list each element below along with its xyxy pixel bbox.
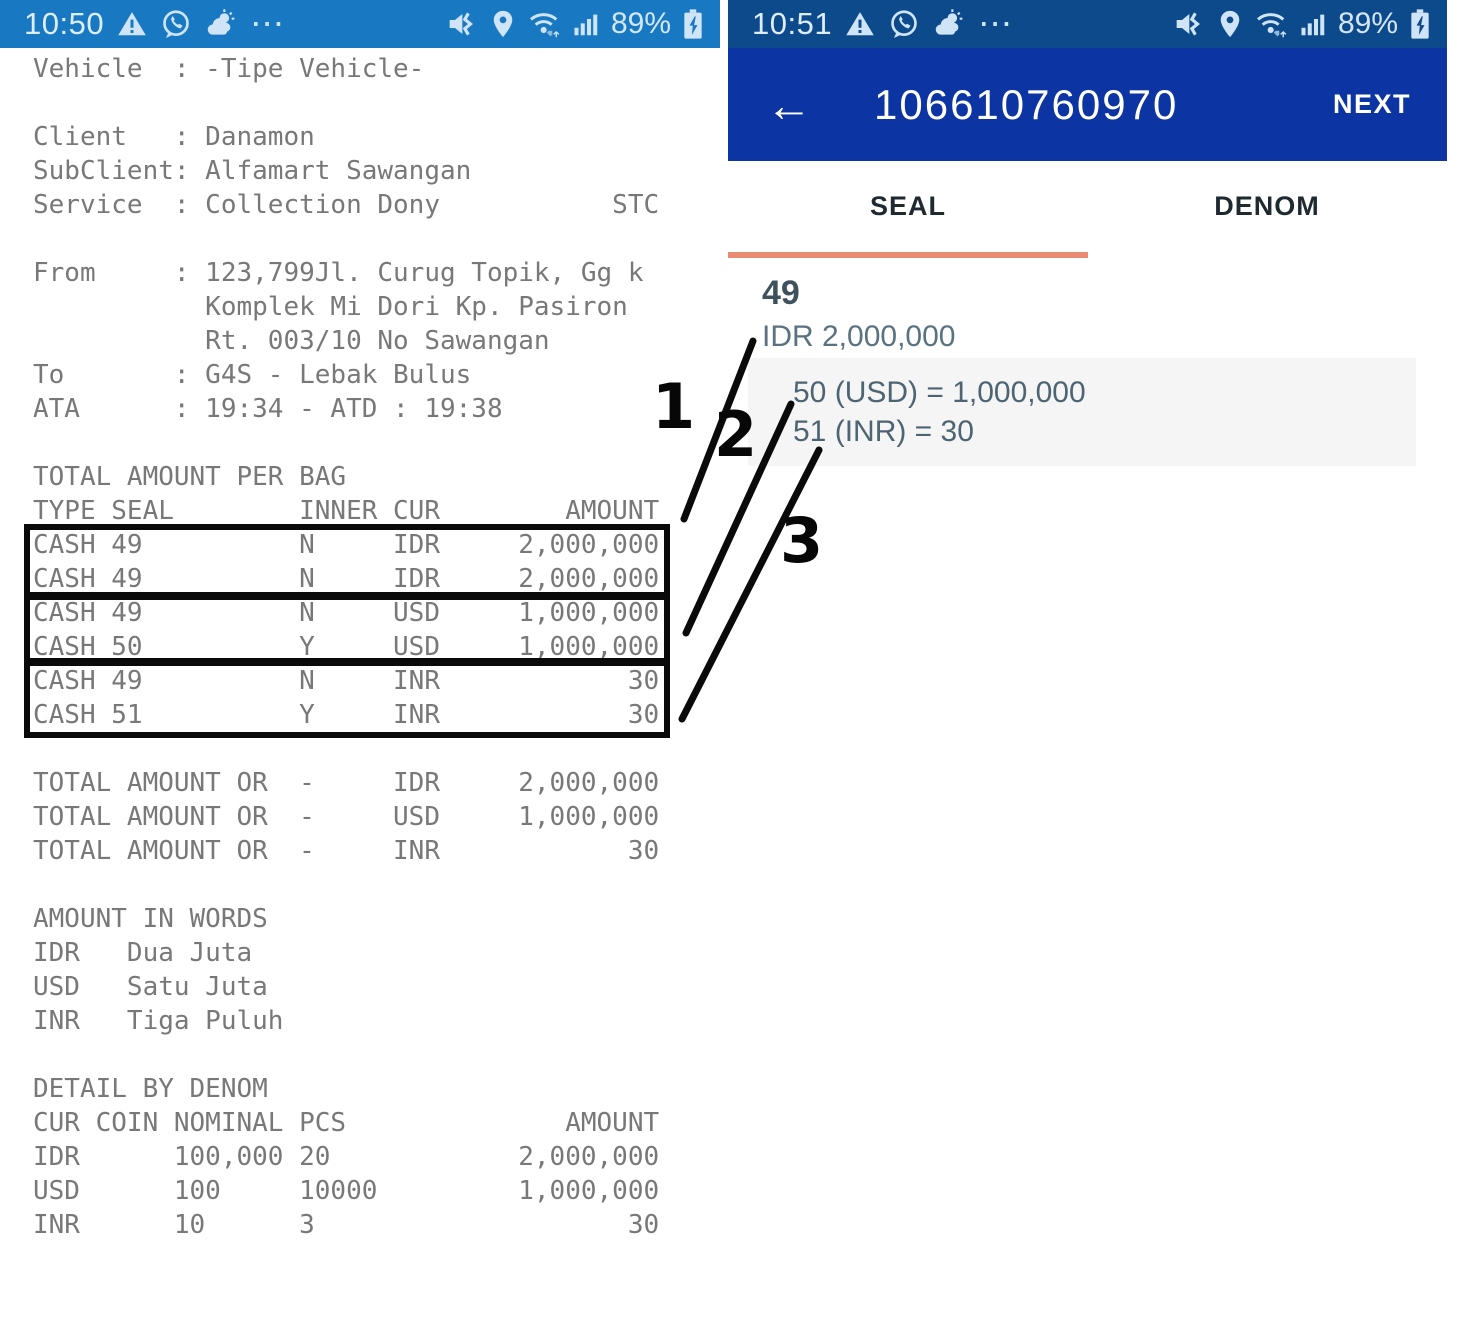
battery-icon <box>684 9 702 39</box>
battery-percent-text: 89% <box>610 7 671 40</box>
annotation-box-idr-rows <box>24 524 670 598</box>
wifi-icon <box>1256 13 1287 38</box>
clock-text: 10:51 <box>752 6 833 41</box>
signal-bars-icon <box>1301 14 1325 36</box>
composite-screenshot: 10:50 ⋯ 89% Vehicle : -Tipe Vehicle- Cli… <box>0 0 1468 1344</box>
weather-icon <box>207 9 235 35</box>
annotation-box-usd-rows <box>24 594 670 664</box>
page-title: 106610760970 <box>874 80 1179 128</box>
app-header: ← 106610760970 NEXT <box>728 48 1447 161</box>
whatsapp-icon <box>163 10 189 38</box>
left-status-bar: 10:50 ⋯ 89% <box>0 0 720 48</box>
tab-bar: SEAL DENOM <box>728 161 1447 258</box>
battery-icon <box>1411 9 1429 39</box>
mute-vibrate-icon <box>1176 12 1200 36</box>
inner-seal-item: 50 (USD) = 1,000,000 <box>793 376 1086 409</box>
tab-denom[interactable]: DENOM <box>1087 161 1447 252</box>
weather-icon <box>935 9 963 35</box>
signal-bars-icon <box>574 14 598 36</box>
location-pin-icon <box>493 10 513 38</box>
tab-seal[interactable]: SEAL <box>728 161 1088 252</box>
seal-amount: IDR 2,000,000 <box>762 320 956 353</box>
back-arrow-icon[interactable]: ← <box>766 82 812 128</box>
next-button[interactable]: NEXT <box>1327 88 1417 121</box>
battery-percent-text: 89% <box>1337 7 1398 40</box>
wifi-icon <box>529 13 560 38</box>
right-screenshot-panel: 10:51 ⋯ 89% ← 106610760970 NEXT SEAL DEN… <box>728 0 1447 1344</box>
annotation-label-2: 2 <box>714 398 758 471</box>
whatsapp-icon <box>891 10 917 38</box>
inner-seal-item: 51 (INR) = 30 <box>793 415 974 448</box>
warning-icon <box>846 12 874 36</box>
more-dots-icon: ⋯ <box>250 5 287 43</box>
inner-seal-list: 50 (USD) = 1,000,000 51 (INR) = 30 <box>748 358 1416 466</box>
annotation-box-inr-rows <box>24 660 670 738</box>
annotation-label-1: 1 <box>652 370 696 443</box>
location-pin-icon <box>1220 10 1240 38</box>
left-screenshot-panel: 10:50 ⋯ 89% Vehicle : -Tipe Vehicle- Cli… <box>0 0 720 1344</box>
more-dots-icon: ⋯ <box>978 5 1015 43</box>
mute-vibrate-icon <box>449 12 473 36</box>
active-tab-indicator <box>728 252 1088 258</box>
right-status-bar: 10:51 ⋯ 89% <box>728 0 1447 48</box>
warning-icon <box>118 12 146 36</box>
annotation-label-3: 3 <box>780 504 824 577</box>
clock-text: 10:50 <box>24 6 105 41</box>
seal-number: 49 <box>762 274 800 312</box>
